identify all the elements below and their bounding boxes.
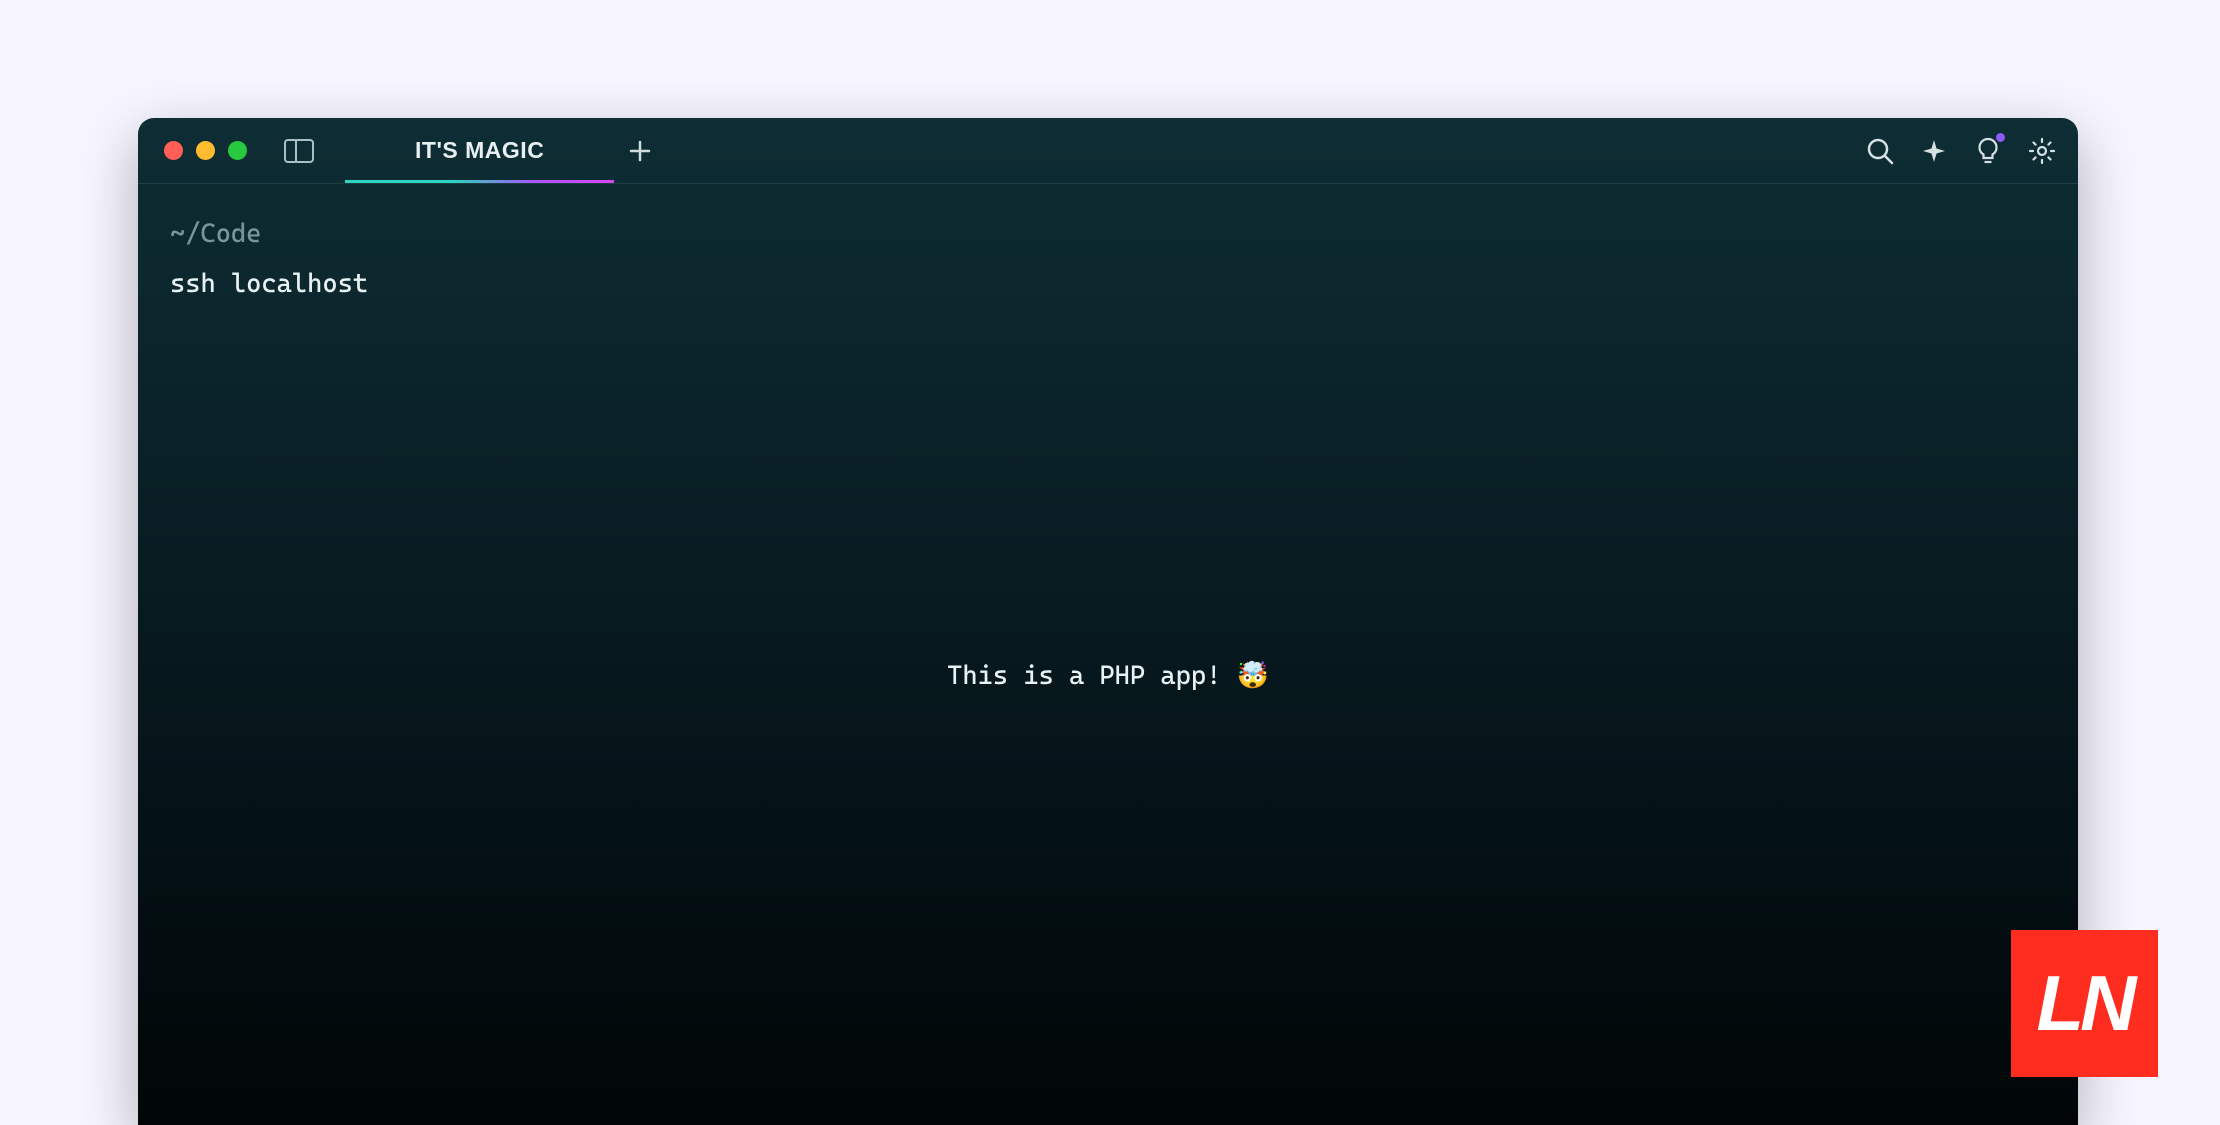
traffic-lights bbox=[138, 141, 247, 160]
search-button[interactable] bbox=[1864, 135, 1896, 167]
tab-active[interactable]: IT'S MAGIC bbox=[345, 118, 614, 183]
tab-title: IT'S MAGIC bbox=[415, 137, 544, 164]
command-line: ssh localhost bbox=[170, 264, 2046, 306]
logo-badge: LN bbox=[2011, 930, 2158, 1077]
ai-sparkle-button[interactable] bbox=[1918, 135, 1950, 167]
titlebar: IT'S MAGIC bbox=[138, 118, 2078, 184]
close-window-button[interactable] bbox=[164, 141, 183, 160]
tabs: IT'S MAGIC bbox=[345, 118, 614, 183]
terminal-window: IT'S MAGIC bbox=[138, 118, 2078, 1125]
notification-dot bbox=[1996, 133, 2005, 142]
prompt-path: ~/Code bbox=[170, 214, 2046, 256]
settings-button[interactable] bbox=[2026, 135, 2058, 167]
maximize-window-button[interactable] bbox=[228, 141, 247, 160]
minimize-window-button[interactable] bbox=[196, 141, 215, 160]
titlebar-right-icons bbox=[1864, 118, 2058, 183]
logo-text: LN bbox=[2037, 958, 2133, 1049]
new-tab-button[interactable] bbox=[624, 135, 656, 167]
hints-bulb-button[interactable] bbox=[1972, 135, 2004, 167]
tab-active-indicator bbox=[345, 180, 614, 183]
terminal-body[interactable]: ~/Code ssh localhost bbox=[138, 184, 2078, 335]
split-panel-button[interactable] bbox=[283, 135, 315, 167]
center-message: This is a PHP app! 🤯 bbox=[947, 661, 1269, 691]
